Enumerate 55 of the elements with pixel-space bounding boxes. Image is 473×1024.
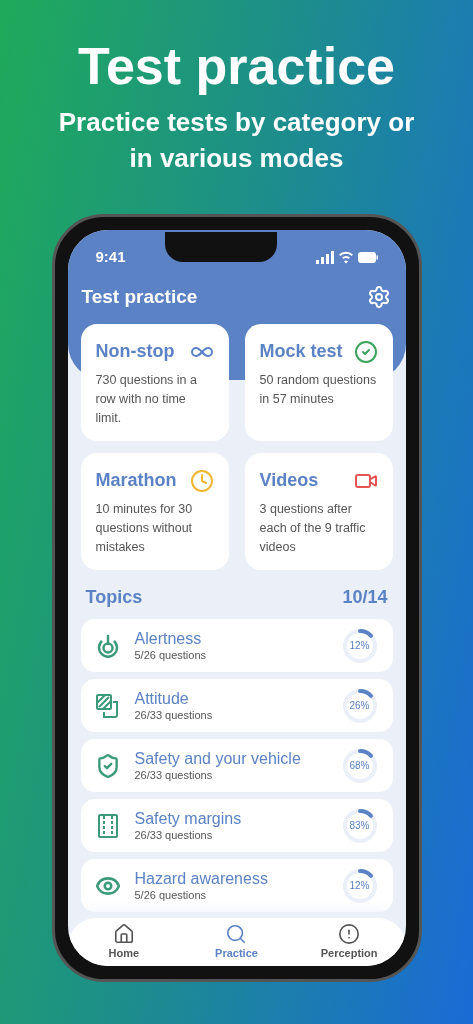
topic-progress-text: 5/26 questions <box>134 888 208 902</box>
mode-card[interactable]: Videos 3 questions after each of the 9 traffic videos <box>244 453 393 570</box>
check-circle-icon <box>353 339 378 364</box>
topic-progress-text: 26/33 questions <box>134 708 214 722</box>
screen-title: Test practice <box>81 284 198 309</box>
progress-ring <box>340 686 379 725</box>
mode-title: Marathon <box>95 469 177 492</box>
alert-icon <box>338 922 361 945</box>
search-icon <box>225 922 248 945</box>
tab-item[interactable]: Home <box>78 922 169 962</box>
mode-title: Mock test <box>259 340 343 363</box>
tab-item[interactable]: Perception <box>304 922 395 962</box>
mode-description: 10 minutes for 30 questions without mistakes <box>95 501 194 556</box>
tab-item[interactable]: Practice <box>191 922 282 962</box>
subheadline: Practice tests by category or in various modes <box>57 106 416 175</box>
mode-description: 50 random questions in 57 minutes <box>259 372 378 408</box>
progress-ring <box>340 626 379 665</box>
section-title: Topics <box>85 586 143 609</box>
progress-percent: 68% <box>349 759 370 772</box>
mode-title: Non-stop <box>95 340 175 363</box>
progress-percent: 12% <box>349 639 370 652</box>
mode-description: 730 questions in a row with no time limit. <box>95 372 198 427</box>
headline: Test practice <box>78 36 395 97</box>
topic-row[interactable]: Alertness 5/26 questions 12% <box>80 619 393 672</box>
mode-card[interactable]: Mock test 50 random questions in 57 minutes <box>244 324 393 441</box>
mode-card[interactable]: Non-stop 730 questions in a row with no time limit. <box>80 324 229 441</box>
topic-progress-text: 26/33 questions <box>134 768 214 782</box>
progress-percent: 26% <box>349 699 370 712</box>
mode-title: Videos <box>259 469 319 492</box>
progress-percent: 12% <box>349 879 370 892</box>
battery-icon <box>357 251 378 263</box>
progress-ring <box>340 746 379 785</box>
topic-row[interactable]: Hazard awareness 5/26 questions 12% <box>80 859 393 912</box>
topic-progress-text: 26/33 questions <box>134 828 214 842</box>
home-icon <box>112 922 135 945</box>
topic-row[interactable]: Attitude 26/33 questions 26% <box>80 679 393 732</box>
layers-icon <box>94 692 121 719</box>
progress-percent: 83% <box>349 819 370 832</box>
topic-row[interactable]: Safety margins 26/33 questions 83% <box>80 799 393 852</box>
topic-name: Safety and your vehicle <box>134 749 302 768</box>
status-time: 9:41 <box>95 246 126 267</box>
signal-icon <box>315 250 334 264</box>
topics-count: 10/14 <box>342 586 388 609</box>
topic-name: Alertness <box>134 629 203 648</box>
wifi-icon <box>338 250 353 264</box>
mode-description: 3 questions after each of the 9 traffic videos <box>259 501 367 556</box>
topic-name: Safety margins <box>134 809 243 828</box>
mode-card[interactable]: Marathon 10 minutes for 30 questions without mistakes <box>80 453 229 570</box>
progress-ring <box>340 866 379 905</box>
topic-name: Attitude <box>134 689 190 708</box>
topic-row[interactable]: Safety and your vehicle 26/33 questions 68% <box>80 739 393 792</box>
clock-icon <box>189 468 214 493</box>
topic-progress-text: 5/26 questions <box>134 648 208 662</box>
progress-ring <box>340 806 379 845</box>
topic-name: Hazard awareness <box>134 869 269 888</box>
